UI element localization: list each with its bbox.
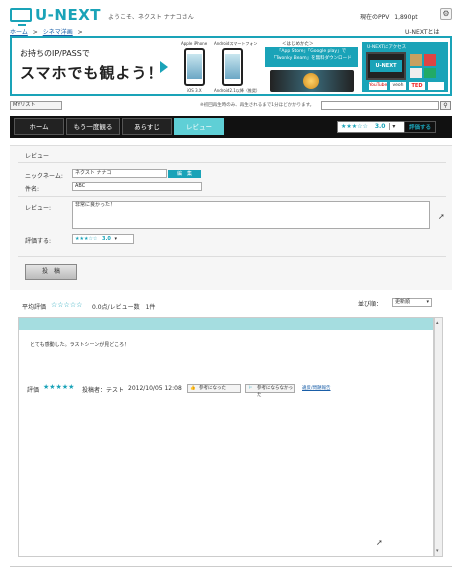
tab-watch-again[interactable]: もう一度観る xyxy=(66,118,120,135)
chevron-down-icon: ▾ xyxy=(389,123,396,130)
rate-button[interactable]: 評価する xyxy=(404,121,436,133)
breadcrumb: ホーム > シネマ洋画 > xyxy=(10,27,83,36)
tab-synopsis[interactable]: あらすじ xyxy=(122,118,172,135)
rating-value: 3.0 xyxy=(374,123,386,130)
divider xyxy=(18,256,446,257)
app-icon xyxy=(410,68,422,78)
app-icon xyxy=(410,54,422,66)
helpful-label: 参考になった xyxy=(199,386,226,391)
android-version: Android2.1以降（推奨） xyxy=(214,88,260,93)
thumbs-up-icon: 👍 xyxy=(190,386,196,391)
search-icon[interactable]: ⚲ xyxy=(440,101,451,110)
report-link[interactable]: 違反/問題報告 xyxy=(302,385,331,391)
scrollbar[interactable]: ▴ ▾ xyxy=(434,317,443,557)
rating-label: 評価する: xyxy=(25,238,52,245)
banner-line1: お持ちのIP/PASSで xyxy=(20,49,90,58)
ted-icon: TED xyxy=(409,82,425,90)
review-label: レビュー: xyxy=(25,205,52,212)
breadcrumb-separator: > xyxy=(77,29,83,36)
breadcrumb-home[interactable]: ホーム xyxy=(10,29,28,36)
twonky-logo-icon xyxy=(303,73,319,89)
divider xyxy=(10,566,452,567)
logo-text: U-NEXT xyxy=(35,6,102,24)
veoh-icon: veoh xyxy=(390,82,406,90)
mouse-cursor-icon: ➚ xyxy=(438,212,445,221)
thumbs-down-icon: ⚐ xyxy=(248,386,253,391)
gear-icon[interactable]: ⚙ xyxy=(440,8,452,20)
twonky-image xyxy=(270,70,354,92)
ios-version: iOS 3.X xyxy=(187,88,202,93)
form-section-title: レビュー xyxy=(25,153,50,160)
download-text: 「App Store」「Google play」で「Twonky Beam」を無… xyxy=(271,49,352,61)
review-list-header xyxy=(19,318,433,330)
review-rating-label: 評価 xyxy=(27,387,40,394)
ppv-balance: 現在のPPV 1,890pt xyxy=(360,12,418,21)
submit-button[interactable]: 投 稿 xyxy=(25,264,77,280)
android-image xyxy=(222,48,243,86)
iphone-label: Apple iPhone xyxy=(181,41,208,46)
mouse-cursor-icon: ➚ xyxy=(376,538,383,547)
android-label: Androidスマートフォン xyxy=(214,41,258,46)
about-link[interactable]: U-NEXTとは xyxy=(405,27,440,36)
subject-label: 件名: xyxy=(25,186,40,193)
tab-home[interactable]: ホーム xyxy=(14,118,64,135)
rating-select[interactable]: ★★★☆☆ 3.0 ▾ xyxy=(72,234,134,244)
ppv-label: 現在のPPV xyxy=(360,14,390,21)
rating-stars: ★★★☆☆ xyxy=(341,123,368,130)
sort-label: 並び順： xyxy=(358,301,383,308)
tv-logo-icon xyxy=(10,8,32,26)
divider xyxy=(18,196,446,197)
app-icon xyxy=(424,68,436,78)
sort-value: 更新順 xyxy=(395,299,411,305)
unext-logo[interactable]: U-NEXT xyxy=(10,6,102,26)
review-poster: 投稿者：テスト xyxy=(82,387,125,394)
app-icon xyxy=(428,82,444,90)
scroll-down-icon[interactable]: ▾ xyxy=(436,548,439,554)
divider xyxy=(18,162,446,163)
rating-stars: ★★★☆☆ xyxy=(75,236,98,242)
average-rating-label: 平均評価 xyxy=(22,304,47,311)
tv-logo: U-NEXT xyxy=(370,60,402,72)
playback-note: ※初回再生時のみ、再生されるまで1分ほどかかります。 xyxy=(200,103,315,108)
edit-button[interactable]: 編 集 xyxy=(168,170,201,178)
tv-image: U-NEXT xyxy=(366,52,406,80)
iphone-image xyxy=(184,48,205,86)
tv-title: U-NEXTにアクセス xyxy=(367,45,407,50)
breadcrumb-separator: > xyxy=(32,29,38,36)
search-input[interactable] xyxy=(321,101,439,110)
banner-line2: スマホでも観よう！ xyxy=(20,64,164,82)
ppv-value: 1,890pt xyxy=(394,14,418,21)
chevron-down-icon: ▾ xyxy=(114,236,117,242)
average-stars: ☆☆☆☆☆ xyxy=(51,301,83,309)
welcome-message: ようこそ、ネクスト ナナコさん xyxy=(108,14,194,21)
review-textarea[interactable]: 非常に良かった！ xyxy=(72,201,430,229)
nickname-label: ニックネーム: xyxy=(25,173,63,180)
youtube-icon: YouTube xyxy=(369,82,388,90)
sort-select[interactable]: 更新順 ▾ xyxy=(392,298,432,307)
review-date: 2012/10/05 12:08 xyxy=(128,385,182,392)
rating-value: 3.0 xyxy=(102,236,111,242)
chevron-down-icon: ▾ xyxy=(426,299,429,305)
review-body: とても感動した。ラストシーンが見どころ！ xyxy=(30,342,130,348)
not-helpful-button[interactable]: ⚐ 参考にならなかった xyxy=(245,384,295,398)
review-stars: ★★★★★ xyxy=(43,383,75,391)
breadcrumb-current[interactable]: シネマ洋画 xyxy=(43,29,73,36)
mylist-link[interactable]: MYリスト xyxy=(10,101,62,110)
scroll-up-icon[interactable]: ▴ xyxy=(436,320,439,326)
review-list xyxy=(18,317,434,557)
subject-field[interactable]: ABC xyxy=(72,182,202,191)
nickname-field[interactable]: ネクスト ナナコ xyxy=(72,169,167,178)
play-arrow-icon xyxy=(160,61,168,73)
tab-review[interactable]: レビュー xyxy=(174,118,224,135)
helpful-button[interactable]: 👍 参考になった xyxy=(187,384,241,393)
review-count: 0.0点/レビュー数 1件 xyxy=(92,304,156,311)
app-icon xyxy=(424,54,436,66)
